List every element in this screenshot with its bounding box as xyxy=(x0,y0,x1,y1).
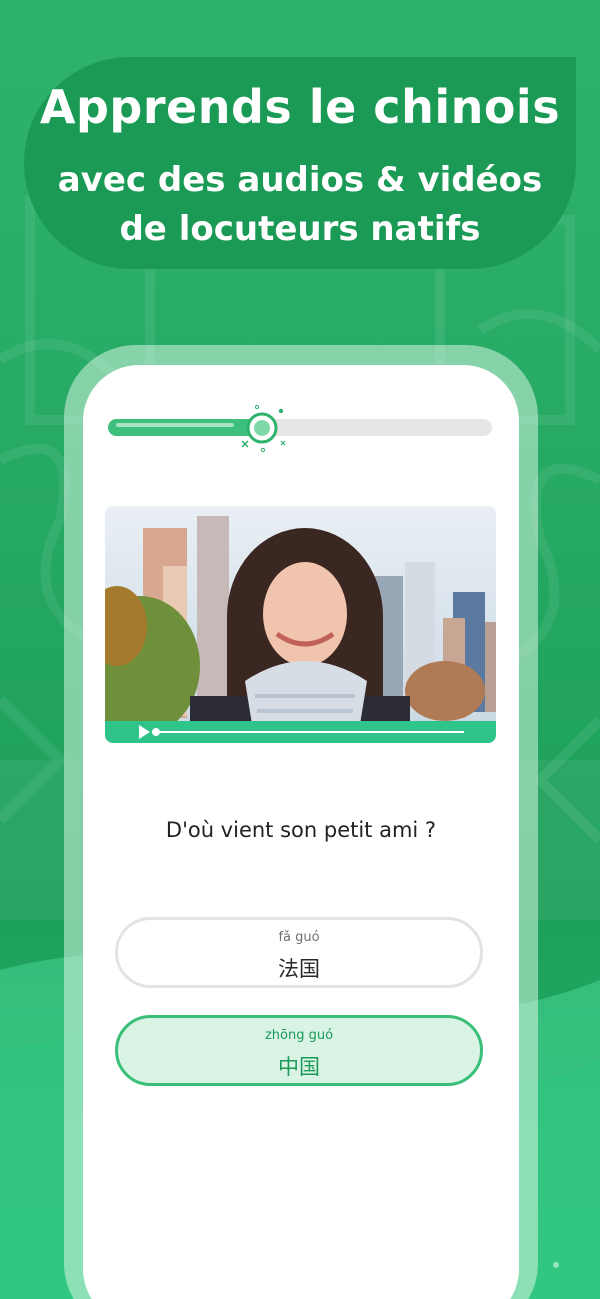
lesson-progress-highlight xyxy=(116,423,234,427)
video-scrubber-handle[interactable] xyxy=(152,728,160,736)
video-frame-speaker xyxy=(105,506,496,743)
answer-hanzi: 法国 xyxy=(278,957,320,981)
answer-option[interactable]: fǎ guó 法国 xyxy=(115,917,483,988)
video-player[interactable] xyxy=(105,506,496,743)
play-icon[interactable] xyxy=(139,725,150,739)
page-indicator-dot xyxy=(553,1262,559,1268)
answer-option-selected[interactable]: zhōng guó 中国 xyxy=(115,1015,483,1086)
progress-sparkle-icon xyxy=(241,404,286,453)
hero-subtitle-line-1: avec des audios & vidéos xyxy=(57,160,543,200)
answer-pinyin: zhōng guó xyxy=(264,1028,334,1043)
hero-subtitle-line-2: de locuteurs natifs xyxy=(119,209,481,249)
answer-pinyin: fǎ guó xyxy=(278,930,320,945)
video-scrubber-track[interactable] xyxy=(156,731,464,733)
answer-hanzi: 中国 xyxy=(278,1055,320,1079)
hero-title: Apprends le chinois xyxy=(39,80,561,134)
question-text: D'où vient son petit ami ? xyxy=(165,818,437,842)
app-store-screenshot: Apprends le chinois avec des audios & vi… xyxy=(0,0,600,1299)
